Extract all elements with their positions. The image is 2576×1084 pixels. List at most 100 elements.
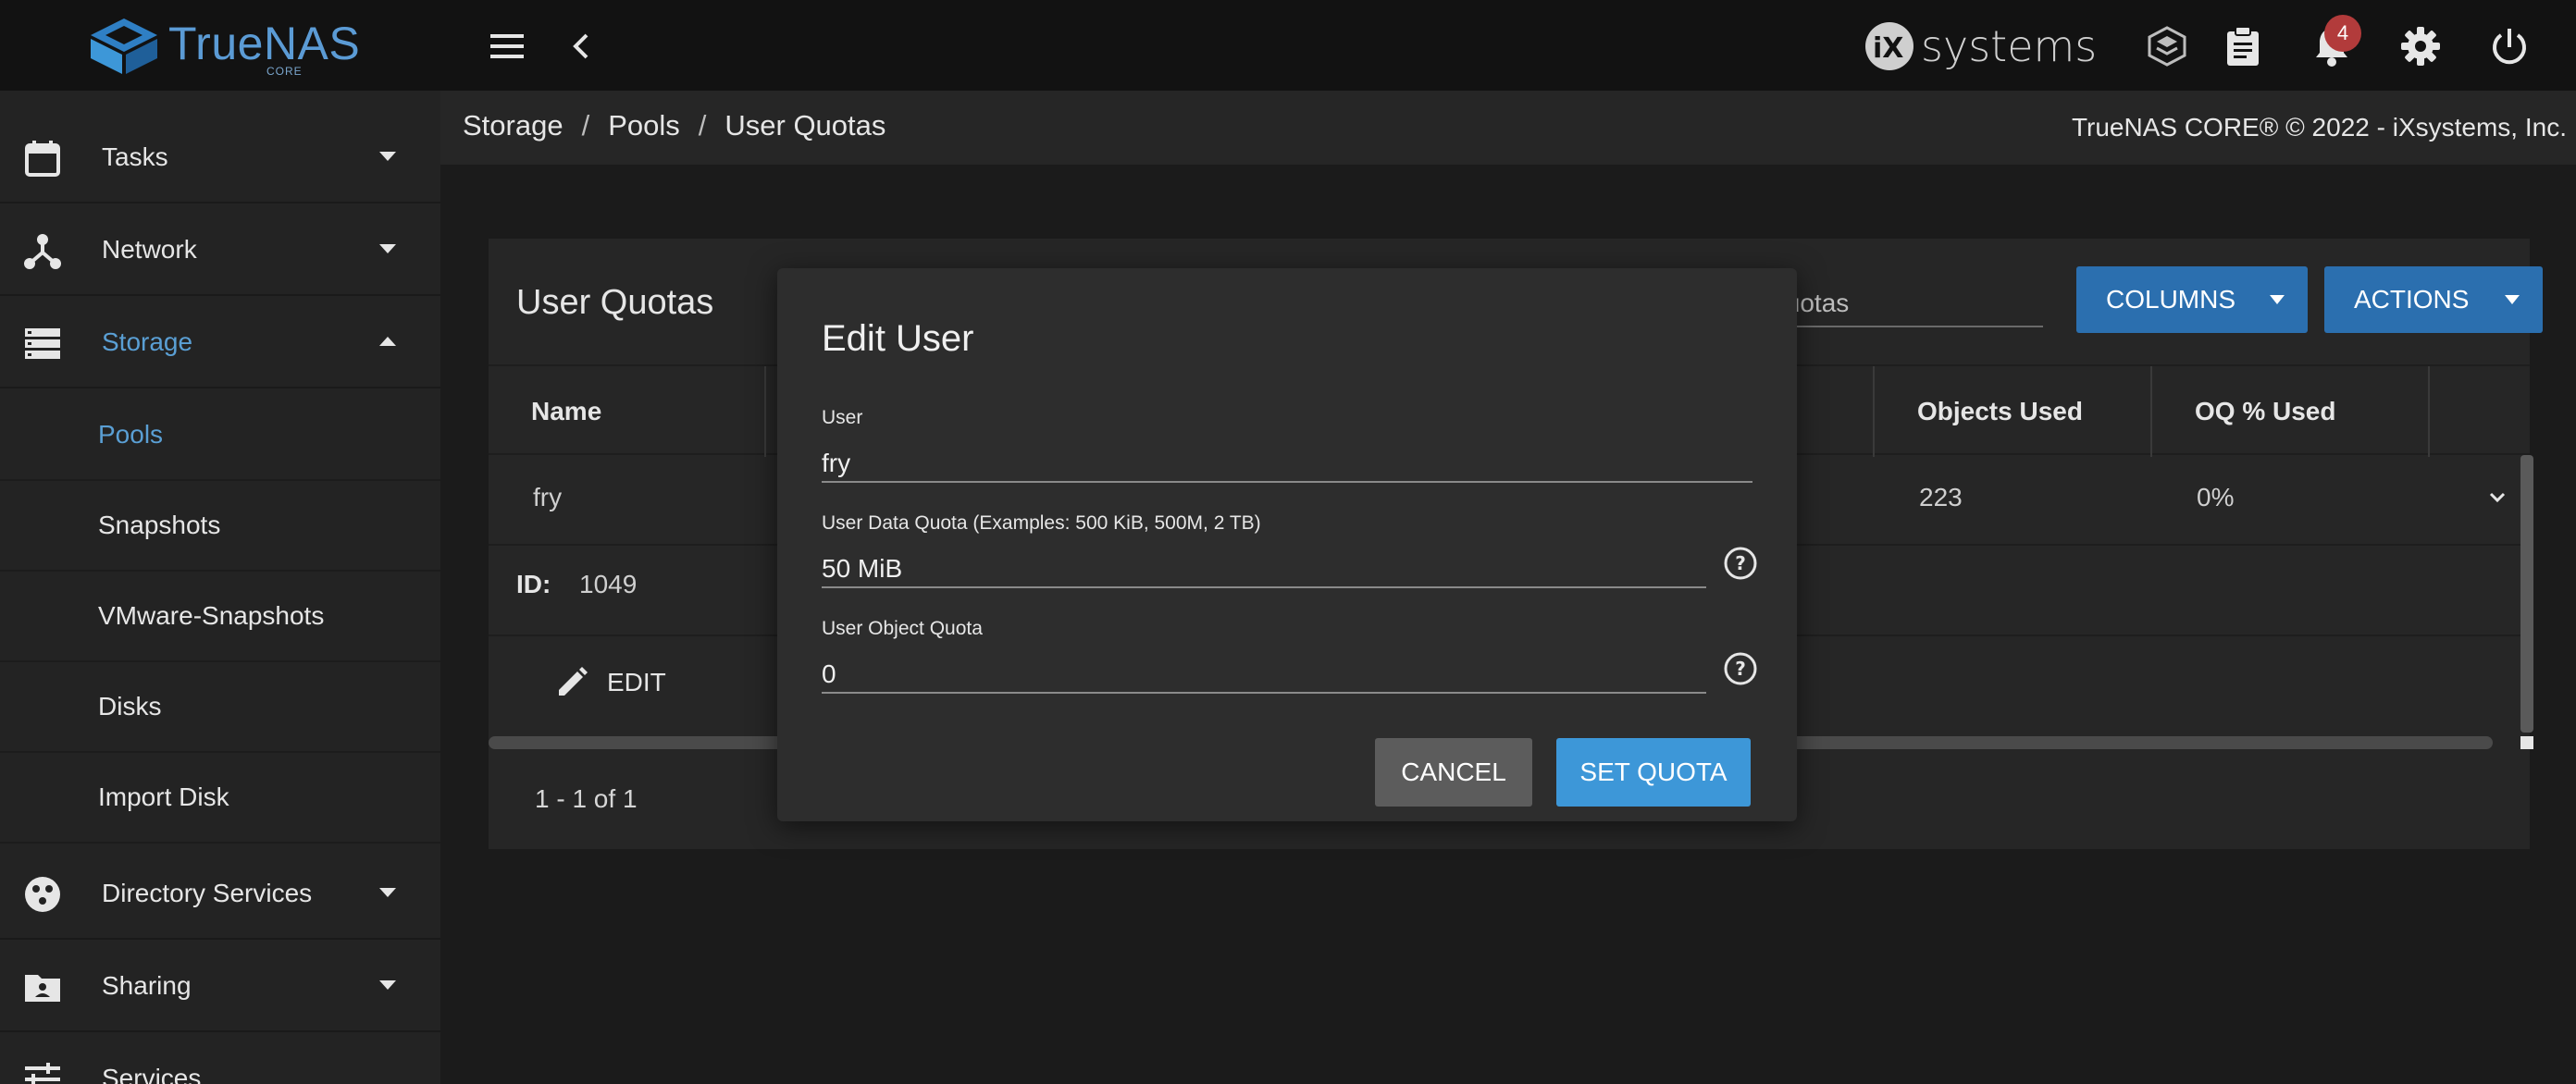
menu-toggle-button[interactable] (481, 20, 533, 72)
sidebar-subitem-pools[interactable]: Pools (0, 390, 440, 481)
power-icon (2493, 29, 2526, 65)
card-title: User Quotas (516, 283, 714, 322)
hamburger-icon (490, 34, 524, 58)
columns-button[interactable]: COLUMNS (2076, 266, 2308, 333)
caret-down-icon (379, 152, 396, 161)
sidebar-subitem-label: Disks (98, 692, 162, 721)
sidebar-item-directory-services[interactable]: Directory Services (0, 849, 440, 940)
cell-name: fry (533, 483, 563, 511)
sidebar-item-tasks[interactable]: Tasks (0, 113, 440, 203)
edit-button-label: EDIT (607, 668, 666, 696)
gear-icon (2401, 27, 2440, 66)
user-data-quota-input[interactable] (822, 548, 1706, 588)
sidebar: Tasks Network Storage Pools Snapshots VM… (0, 91, 440, 1084)
sidebar-item-services[interactable]: Services (0, 1034, 440, 1084)
notifications-button[interactable]: 4 (2306, 15, 2361, 72)
sidebar-item-label: Storage (102, 327, 193, 356)
help-icon[interactable]: ? (1723, 651, 1758, 686)
truenas-logo[interactable]: TrueNAS CORE (89, 17, 366, 78)
chevron-left-icon (573, 33, 588, 59)
settings-button[interactable] (2395, 20, 2446, 72)
brand-name: TrueNAS (168, 18, 361, 69)
directory-services-icon (25, 877, 60, 912)
sidebar-item-label: Directory Services (102, 879, 313, 907)
user-field-label: User (822, 407, 863, 428)
set-quota-button[interactable]: SET QUOTA (1556, 738, 1751, 807)
cancel-button[interactable]: CANCEL (1375, 738, 1532, 807)
svg-text:iX: iX (1873, 32, 1903, 65)
breadcrumb-storage[interactable]: Storage (463, 109, 564, 142)
scrollbar-corner (2520, 736, 2533, 749)
cell-objects-used: 223 (1919, 483, 1963, 511)
breadcrumb-separator: / (581, 109, 590, 142)
sidebar-subitem-snapshots[interactable]: Snapshots (0, 481, 440, 572)
actions-button-label: ACTIONS (2354, 285, 2470, 314)
column-header-oq-used[interactable]: OQ % Used (2195, 366, 2335, 457)
vertical-scrollbar[interactable] (2520, 455, 2533, 733)
svg-text:?: ? (1735, 552, 1746, 574)
id-label: ID: (516, 570, 551, 598)
collapse-sidebar-button[interactable] (555, 20, 607, 72)
id-value: 1049 (579, 570, 638, 598)
user-data-quota-field: User Data Quota (Examples: 500 KiB, 500M… (822, 512, 1706, 588)
sidebar-item-network[interactable]: Network (0, 205, 440, 296)
user-input[interactable] (822, 442, 1752, 483)
caret-down-icon (379, 888, 396, 897)
pagination-summary: 1 - 1 of 1 (535, 784, 638, 813)
user-object-quota-field: User Object Quota (822, 618, 1706, 694)
power-button[interactable] (2483, 20, 2535, 72)
chevron-down-icon[interactable] (2489, 492, 2506, 503)
shared-folder-icon (25, 975, 60, 1002)
user-field: User (822, 407, 1752, 483)
breadcrumb-separator: / (698, 109, 707, 142)
brand-edition: CORE (266, 65, 303, 78)
breadcrumb-bar: Storage / Pools / User Quotas TrueNAS CO… (440, 91, 2576, 165)
sidebar-item-label: Tasks (102, 142, 168, 171)
truecommand-icon (2148, 26, 2186, 67)
calendar-icon (25, 141, 60, 177)
cell-oq-used: 0% (2197, 483, 2235, 511)
sidebar-subitem-label: VMware-Snapshots (98, 601, 325, 630)
sidebar-subitem-label: Import Disk (98, 782, 229, 811)
sliders-icon (25, 1063, 60, 1084)
user-object-quota-input[interactable] (822, 653, 1706, 694)
sidebar-subitem-vmware-snapshots[interactable]: VMware-Snapshots (0, 572, 440, 662)
pencil-icon (559, 667, 588, 696)
column-divider (2428, 366, 2430, 457)
breadcrumb-user-quotas: User Quotas (724, 109, 886, 142)
ixsystems-logo-icon: iX (1865, 22, 1913, 70)
sidebar-subitem-label: Snapshots (98, 511, 221, 539)
dialog-title: Edit User (822, 318, 974, 359)
truecommand-button[interactable] (2141, 20, 2193, 72)
column-divider (1873, 366, 1875, 457)
breadcrumb: Storage / Pools / User Quotas (463, 109, 886, 142)
columns-button-label: COLUMNS (2106, 285, 2236, 314)
breadcrumb-pools[interactable]: Pools (608, 109, 680, 142)
column-header-name[interactable]: Name (531, 366, 601, 457)
clipboard-icon (2227, 26, 2259, 66)
ixsystems-logo-text: systems (1921, 21, 2098, 71)
sidebar-subitem-disks[interactable]: Disks (0, 662, 440, 753)
column-divider (2150, 366, 2152, 457)
caret-up-icon (379, 337, 396, 346)
task-manager-button[interactable] (2217, 20, 2269, 72)
caret-down-icon (379, 244, 396, 253)
sidebar-item-label: Sharing (102, 971, 192, 1000)
actions-button[interactable]: ACTIONS (2324, 266, 2543, 333)
caret-down-icon (379, 980, 396, 990)
help-icon[interactable]: ? (1723, 546, 1758, 581)
sidebar-item-sharing[interactable]: Sharing (0, 942, 440, 1032)
truenas-logo-icon (91, 18, 157, 74)
top-bar: TrueNAS CORE iX systems 4 (0, 0, 2576, 91)
sidebar-item-storage[interactable]: Storage (0, 298, 440, 388)
caret-down-icon (2505, 295, 2520, 304)
filter-input[interactable]: Quotas (1765, 279, 2043, 327)
svg-text:?: ? (1735, 658, 1746, 680)
edit-button[interactable]: EDIT (553, 662, 666, 703)
user-object-quota-label: User Object Quota (822, 618, 983, 639)
column-header-objects-used[interactable]: Objects Used (1917, 366, 2083, 457)
caret-down-icon (2270, 295, 2285, 304)
storage-icon (25, 328, 60, 359)
ixsystems-logo[interactable]: iX systems (1864, 18, 2097, 74)
sidebar-subitem-import-disk[interactable]: Import Disk (0, 753, 440, 844)
